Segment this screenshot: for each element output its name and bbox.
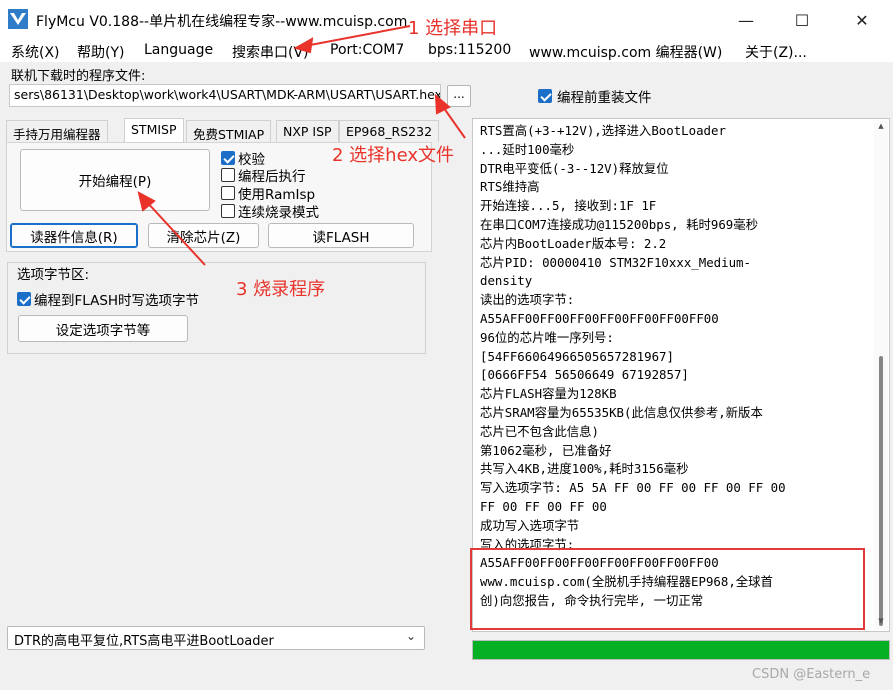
maximize-button[interactable]: ☐ bbox=[790, 8, 814, 32]
continuous-burn-label: 连续烧录模式 bbox=[238, 205, 319, 221]
watermark: CSDN @Eastern_e bbox=[752, 667, 871, 682]
menu-language[interactable]: Language bbox=[144, 42, 213, 58]
tab-stmisp[interactable]: STMISP bbox=[124, 118, 184, 143]
tab-handheld-programmer[interactable]: 手持万用编程器 bbox=[6, 120, 108, 142]
menu-programmer[interactable]: www.mcuisp.com 编程器(W) bbox=[529, 42, 722, 62]
annotation-step2: 2 选择hex文件 bbox=[332, 145, 454, 166]
annotation-step1: 1 选择串口 bbox=[408, 18, 498, 39]
flymcu-logo-icon bbox=[8, 9, 28, 29]
file-label: 联机下载时的程序文件: bbox=[11, 69, 146, 84]
log-line: RTS维持高 bbox=[480, 179, 540, 195]
option-bytes-settings-button[interactable]: 设定选项字节等 bbox=[18, 315, 188, 342]
log-line: 芯片FLASH容量为128KB bbox=[480, 386, 617, 402]
read-device-info-button[interactable]: 读器件信息(R) bbox=[10, 223, 138, 248]
log-line: 读出的选项字节: bbox=[480, 292, 575, 308]
tab-ep968-rs232[interactable]: EP968_RS232 bbox=[339, 120, 440, 142]
scroll-down-arrow-icon[interactable]: ▼ bbox=[876, 617, 886, 625]
log-line: [54FF66064966505657281967] bbox=[480, 348, 674, 364]
log-line: 96位的芯片唯一序列号: bbox=[480, 329, 614, 345]
log-line: 第1062毫秒, 已准备好 bbox=[480, 442, 612, 458]
log-line: 在串口COM7连接成功@115200bps, 耗时969毫秒 bbox=[480, 217, 759, 232]
log-line: 芯片SRAM容量为65535KB(此信息仅供参考,新版本 bbox=[480, 405, 763, 420]
log-line: FF 00 FF 00 FF 00 bbox=[480, 499, 607, 514]
menu-bps[interactable]: bps:115200 bbox=[428, 42, 511, 58]
hex-file-path-input[interactable]: sers\86131\Desktop\work\work4\USART\MDK-… bbox=[9, 84, 441, 107]
progress-bar bbox=[472, 640, 890, 660]
close-button[interactable]: ✕ bbox=[850, 8, 874, 32]
checkbox-checked-icon[interactable] bbox=[221, 151, 235, 165]
checkbox-unchecked-icon[interactable] bbox=[221, 186, 235, 200]
reset-mode-select[interactable]: DTR的高电平复位,RTS高电平进BootLoader ⌄ bbox=[7, 626, 425, 650]
minimize-button[interactable]: — bbox=[734, 8, 758, 32]
menu-about[interactable]: 关于(Z)... bbox=[745, 42, 807, 62]
menu-system[interactable]: 系统(X) bbox=[11, 42, 60, 62]
progress-fill bbox=[473, 641, 889, 659]
reload-before-program-checkbox[interactable]: 编程前重装文件 bbox=[538, 86, 652, 106]
checkbox-unchecked-icon[interactable] bbox=[221, 168, 235, 182]
reload-label: 编程前重装文件 bbox=[557, 90, 652, 106]
checkbox-unchecked-icon[interactable] bbox=[221, 204, 235, 218]
option-bytes-title: 选项字节区: bbox=[15, 263, 92, 283]
scroll-up-arrow-icon[interactable]: ▲ bbox=[876, 122, 886, 130]
log-scrollbar[interactable]: ▲ ▼ bbox=[874, 120, 888, 630]
continuous-burn-checkbox[interactable]: 连续烧录模式 bbox=[221, 201, 319, 221]
window-title: FlyMcu V0.188--单片机在线编程专家--www.mcuisp.com bbox=[36, 14, 408, 30]
menu-bar: 系统(X) 帮助(Y) Language 搜索串口(V) Port:COM7 b… bbox=[0, 40, 893, 62]
annotation-step3: 3 烧录程序 bbox=[236, 279, 326, 300]
run-after-program-checkbox[interactable]: 编程后执行 bbox=[221, 165, 306, 185]
tab-free-stmiap[interactable]: 免费STMIAP bbox=[186, 120, 272, 142]
log-line: 芯片内BootLoader版本号: 2.2 bbox=[480, 235, 667, 251]
log-line: 芯片PID: 00000410 STM32F10xxx_Medium- bbox=[480, 254, 751, 270]
write-option-bytes-label: 编程到FLASH时写选项字节 bbox=[34, 293, 200, 309]
tab-nxp-isp[interactable]: NXP ISP bbox=[276, 120, 339, 142]
log-line: RTS置高(+3-+12V),选择进入BootLoader bbox=[480, 123, 726, 138]
menu-port[interactable]: Port:COM7 bbox=[330, 42, 404, 58]
erase-chip-button[interactable]: 清除芯片(Z) bbox=[148, 223, 259, 248]
menu-search-port[interactable]: 搜索串口(V) bbox=[232, 42, 309, 62]
use-ramisp-checkbox[interactable]: 使用RamIsp bbox=[221, 183, 315, 203]
log-line: 成功写入选项字节 bbox=[480, 517, 580, 533]
log-line: A55AFF00FF00FF00FF00FF00FF00FF00 bbox=[480, 311, 719, 326]
log-line: DTR电平变低(-3--12V)释放复位 bbox=[480, 160, 669, 176]
log-line: [0666FF54 56506649 67192857] bbox=[480, 367, 689, 383]
checkbox-checked-icon[interactable] bbox=[538, 89, 552, 103]
reset-mode-value: DTR的高电平复位,RTS高电平进BootLoader bbox=[14, 634, 274, 649]
checkbox-checked-icon[interactable] bbox=[17, 292, 31, 306]
log-line: 芯片已不包含此信息) bbox=[480, 423, 599, 439]
log-line: 共写入4KB,进度100%,耗时3156毫秒 bbox=[480, 461, 689, 477]
scroll-thumb[interactable] bbox=[879, 356, 883, 626]
read-flash-button[interactable]: 读FLASH bbox=[268, 223, 414, 248]
run-after-program-label: 编程后执行 bbox=[238, 169, 306, 185]
write-option-bytes-checkbox[interactable]: 编程到FLASH时写选项字节 bbox=[17, 289, 199, 309]
chevron-down-icon[interactable]: ⌄ bbox=[406, 629, 416, 643]
menu-help[interactable]: 帮助(Y) bbox=[77, 42, 124, 62]
use-ramisp-label: 使用RamIsp bbox=[238, 187, 316, 203]
browse-button[interactable]: ... bbox=[447, 85, 471, 107]
log-line: 开始连接...5, 接收到:1F 1F bbox=[480, 198, 657, 214]
log-line: ...延时100毫秒 bbox=[480, 141, 575, 157]
highlight-box bbox=[470, 548, 865, 630]
log-line: density bbox=[480, 273, 533, 289]
start-programming-button[interactable]: 开始编程(P) bbox=[20, 149, 210, 211]
log-line: 写入选项字节: A5 5A FF 00 FF 00 FF 00 FF 00 bbox=[480, 480, 786, 496]
